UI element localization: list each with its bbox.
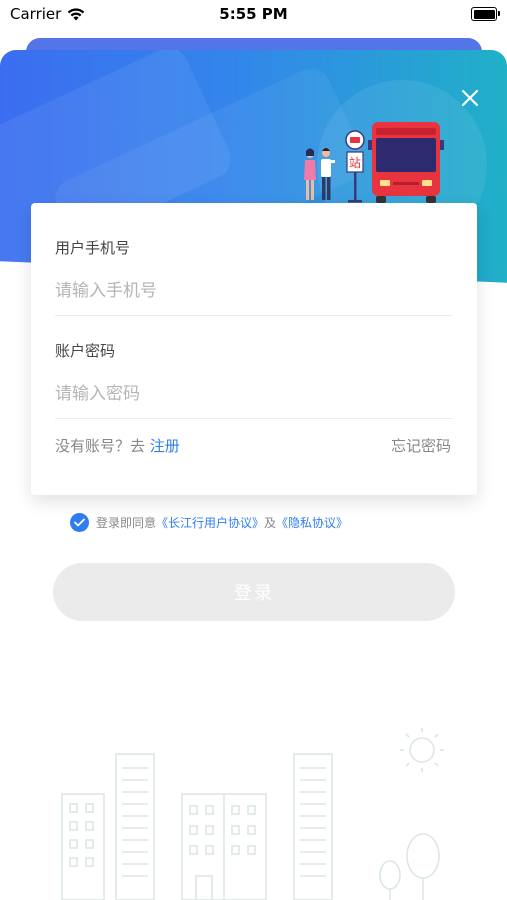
- stop-sign-label: 站: [349, 156, 361, 170]
- privacy-policy-link[interactable]: 《隐私协议》: [276, 514, 348, 531]
- status-bar: Carrier 5:55 PM: [0, 0, 507, 28]
- no-account-text: 没有账号？去: [55, 437, 146, 455]
- city-skyline-illustration: [61, 728, 444, 900]
- agreement-row: 登录即同意 《长江行用户协议》 及 《隐私协议》: [70, 513, 348, 532]
- bus-stop-illustration: 站: [304, 122, 444, 203]
- login-button[interactable]: 登录: [53, 563, 455, 621]
- user-agreement-link[interactable]: 《长江行用户协议》: [156, 514, 264, 531]
- agreement-checkbox[interactable]: [70, 513, 89, 532]
- phone-input[interactable]: [55, 273, 453, 309]
- checkmark-icon: [74, 518, 85, 527]
- login-form-card: 用户手机号 账户密码 没有账号？去 注册 忘记密码: [31, 203, 477, 495]
- close-button[interactable]: [456, 84, 484, 112]
- register-link[interactable]: 注册: [150, 437, 180, 455]
- status-time: 5:55 PM: [219, 5, 288, 23]
- forgot-password-link[interactable]: 忘记密码: [391, 435, 451, 456]
- phone-label: 用户手机号: [55, 239, 131, 257]
- password-label: 账户密码: [55, 342, 116, 360]
- battery-icon: [471, 7, 500, 21]
- agreement-conjunction: 及: [264, 516, 277, 530]
- register-row: 没有账号？去 注册: [55, 435, 180, 456]
- divider: [55, 418, 453, 419]
- agreement-prefix: 登录即同意: [96, 516, 157, 530]
- password-input[interactable]: [55, 376, 453, 412]
- divider: [55, 315, 453, 316]
- close-icon: [461, 89, 479, 107]
